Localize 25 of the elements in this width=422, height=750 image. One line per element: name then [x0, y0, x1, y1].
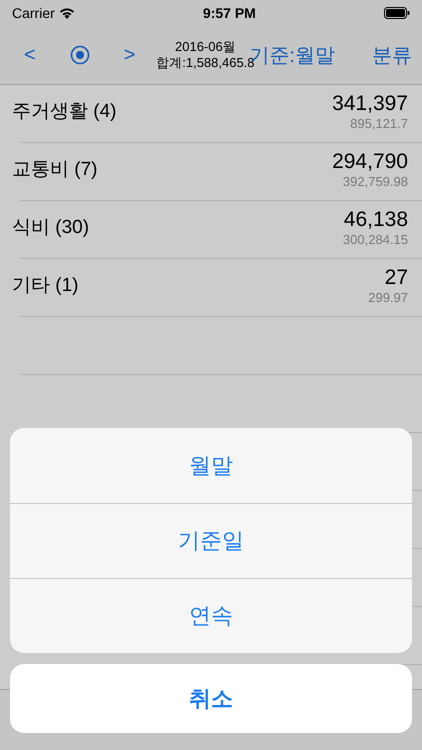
- current-period-icon[interactable]: [70, 45, 90, 65]
- period-label: 2016-06월: [175, 39, 236, 55]
- category-name: 교통비 (7): [12, 158, 98, 182]
- sub-amount-label: 300,284.15: [342, 232, 408, 247]
- amount-label: 46,138: [344, 208, 408, 232]
- next-button[interactable]: >: [124, 44, 136, 66]
- category-button[interactable]: 분류: [372, 42, 412, 68]
- previous-button[interactable]: <: [24, 44, 36, 66]
- category-name: 식비 (30): [12, 216, 90, 240]
- carrier-label: Carrier: [12, 5, 55, 21]
- wifi-icon: [58, 7, 75, 19]
- action-sheet-option[interactable]: 월말: [10, 428, 412, 503]
- amount-label: 27: [384, 266, 408, 290]
- category-name: 주거생활 (4): [12, 100, 116, 124]
- amount-label: 341,397: [332, 92, 408, 116]
- sub-amount-label: 299.97: [368, 290, 408, 305]
- action-sheet-option[interactable]: 연속: [10, 578, 412, 653]
- sub-amount-label: 895,121.7: [350, 116, 408, 131]
- cancel-button[interactable]: 취소: [10, 664, 412, 733]
- category-name: 기타 (1): [12, 274, 78, 298]
- amount-label: 294,790: [332, 150, 408, 174]
- sub-amount-label: 392,759.98: [342, 174, 408, 189]
- action-sheet-option[interactable]: 기준일: [10, 503, 412, 578]
- status-time: 9:57 PM: [202, 5, 256, 21]
- battery-icon: [384, 7, 410, 19]
